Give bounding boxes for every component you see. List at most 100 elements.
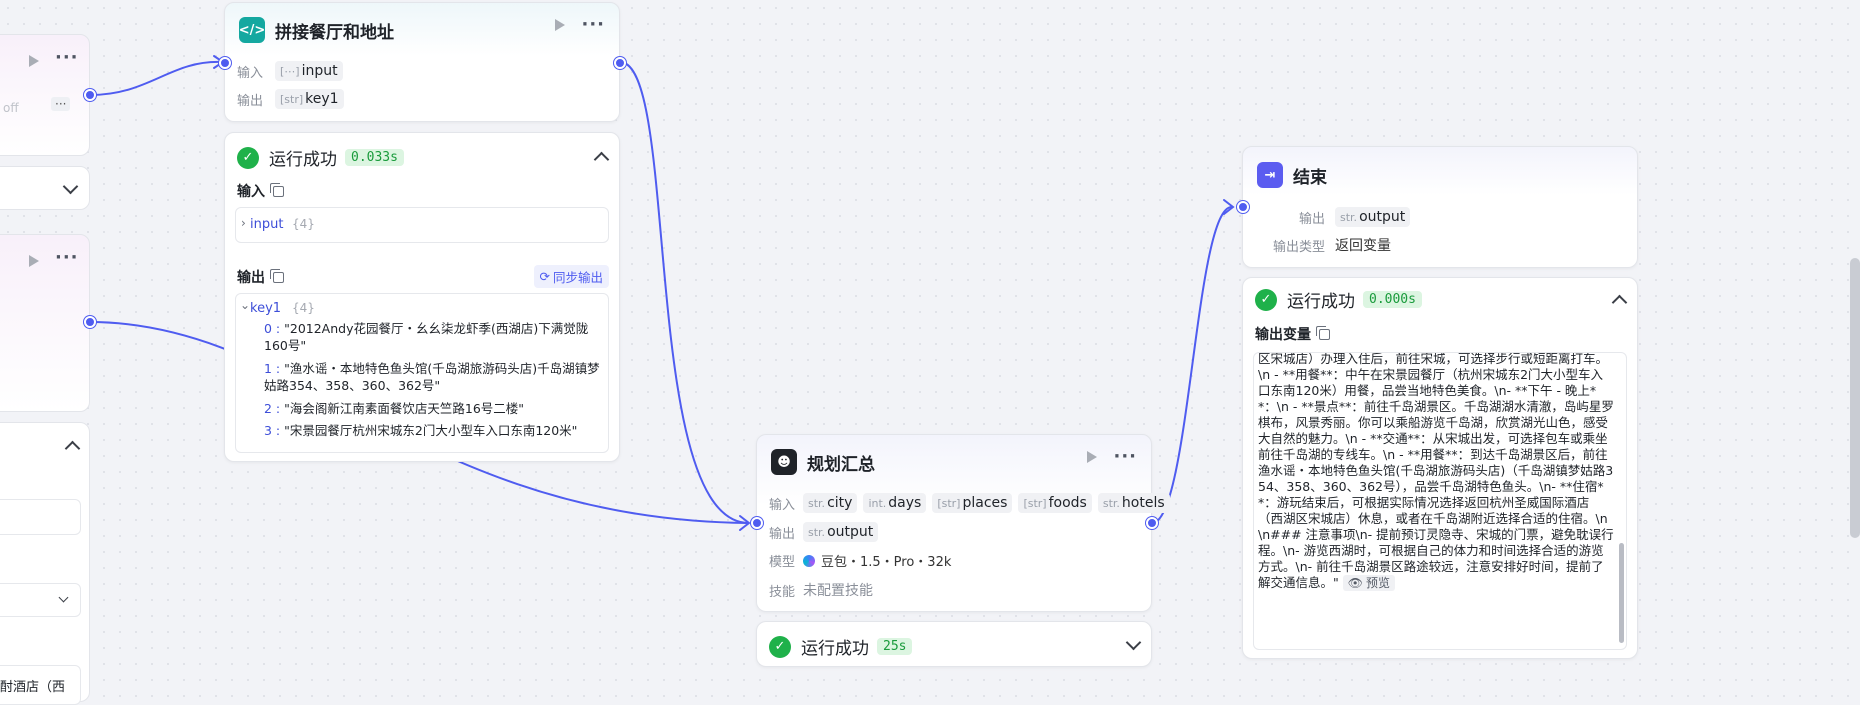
skill-value: 未配置技能 <box>803 583 873 599</box>
output-var-title: 输出变量 <box>1255 327 1311 343</box>
left-partial-dropdown[interactable] <box>0 583 81 617</box>
left-node-2-play-icon[interactable] <box>29 255 39 267</box>
output-label: 输出 <box>237 93 264 109</box>
run-time-badge: 0.033s <box>345 149 404 166</box>
list-item: 0 : "2012Andy花园餐厅・幺幺柒龙虾季(西湖店)下满觉陇160号" <box>264 321 589 353</box>
node-end-title: 结束 <box>1293 167 1327 188</box>
output-kind-label: 输出类型 <box>1272 239 1325 255</box>
expand-chevron-down-icon[interactable] <box>1125 634 1142 651</box>
input-var-tag: str. hotels <box>1097 493 1170 513</box>
success-check-icon: ✓ <box>1255 288 1277 311</box>
input-var-tag: [str] foods <box>1018 493 1092 513</box>
run-result-concat: ✓ 运行成功 0.033s 输入 › input {4} 输出 ⟳ 同步输出 ⌄… <box>224 132 620 462</box>
llm-model-icon: ☻ <box>771 449 797 475</box>
node-concat-output-handle[interactable] <box>614 57 626 69</box>
run-input-box: › input {4} <box>235 207 609 243</box>
input-label: 输入 <box>769 497 796 513</box>
run-status: 运行成功 <box>801 639 869 659</box>
left-node-2-output-handle[interactable] <box>84 316 96 328</box>
more-options-icon[interactable]: ··· <box>1113 448 1137 466</box>
left-node-1[interactable]: ··· off ··· <box>0 34 90 156</box>
collapse-chevron-up-icon[interactable] <box>1611 294 1628 311</box>
code-icon: </> <box>239 17 265 43</box>
output-var-tag: str. output <box>803 522 879 542</box>
node-summary-output-handle[interactable] <box>1146 517 1158 529</box>
collapse-chevron-up-icon[interactable] <box>593 151 610 168</box>
model-label: 模型 <box>769 555 796 570</box>
list-item: 2 : "海会阁新江南素面餐饮店天竺路16号二楼" <box>264 401 525 416</box>
input-label: 输入 <box>237 65 264 81</box>
output-label: 输出 <box>1298 211 1325 227</box>
left-partial-box-1 <box>0 499 81 535</box>
copy-icon[interactable] <box>270 182 284 197</box>
model-name: 豆包・1.5・Pro・32k <box>821 555 952 570</box>
node-concat[interactable]: </> 拼接餐厅和地址 ··· 输入 [⋯] input 输出 [str] key1 <box>224 2 620 122</box>
left-partial-box-3: 酎酒店（西 <box>0 665 81 705</box>
edge-concat-to-summary <box>619 61 749 524</box>
output-kind-value: 返回变量 <box>1335 238 1391 254</box>
left-node-1-more-icon[interactable]: ··· <box>55 49 79 67</box>
node-summary[interactable]: ☻ 规划汇总 ··· 输入 str. city int. days [str] pla… <box>756 434 1170 612</box>
run-input-var[interactable]: input <box>250 217 283 232</box>
output-label: 输出 <box>769 526 796 542</box>
output-text-scrollbar[interactable] <box>1619 543 1624 643</box>
run-output-title: 输出 <box>237 270 265 286</box>
run-status: 运行成功 <box>1287 292 1355 312</box>
list-item: 3 : "宋景园餐厅杭州宋城东2门大小型车入口东南120米" <box>264 423 578 438</box>
node-summary-title: 规划汇总 <box>807 454 875 475</box>
output-text-box[interactable]: 区宋城店）办理入住后，前往宋城，可选择步行或短距离打车。\n - **用餐**：… <box>1253 352 1627 650</box>
copy-icon[interactable] <box>270 268 284 283</box>
more-options-icon[interactable]: ··· <box>581 16 605 34</box>
run-result-end: ✓ 运行成功 0.000s 输出变量 区宋城店）办理入住后，前往宋城，可选择步行… <box>1242 277 1638 659</box>
left-node-1-partial-text: off <box>3 101 19 115</box>
input-var-tag: [str] places <box>932 493 1013 513</box>
run-status: 运行成功 <box>269 150 337 170</box>
run-output-box: ⌄ key1 {4} 0 : "2012Andy花园餐厅・幺幺柒龙虾季(西湖店)… <box>235 293 609 453</box>
run-node-play-icon[interactable] <box>555 19 566 31</box>
success-check-icon: ✓ <box>237 146 259 169</box>
left-node-1-run-panel[interactable] <box>0 166 90 210</box>
left-node-1-more-chip[interactable]: ··· <box>51 97 71 111</box>
node-concat-title: 拼接餐厅和地址 <box>275 22 394 43</box>
run-output-var[interactable]: key1 <box>250 301 281 316</box>
input-var-tag: str. city <box>803 493 858 513</box>
run-input-count: {4} <box>292 217 315 231</box>
run-output-count: {4} <box>292 301 315 315</box>
list-item: 1 : "渔水谣・本地特色鱼头馆(千岛湖旅游码头店)千岛湖镇梦姑路354、358… <box>264 361 600 393</box>
chevron-down-icon[interactable] <box>62 178 79 195</box>
left-node-2-run-panel[interactable]: 酎酒店（西 <box>0 422 90 705</box>
left-node-1-output-handle[interactable] <box>84 89 96 101</box>
output-var-tag: str. output <box>1335 207 1411 227</box>
edge-summary-to-end <box>1151 205 1233 524</box>
chevron-down-icon[interactable] <box>58 592 69 603</box>
output-var-tag: [str] key1 <box>275 89 344 109</box>
run-input-title: 输入 <box>237 184 265 200</box>
node-end-input-handle[interactable] <box>1237 201 1249 213</box>
copy-icon[interactable] <box>1316 325 1330 340</box>
node-concat-input-handle[interactable] <box>219 57 231 69</box>
eye-icon: 👁 <box>1347 576 1363 590</box>
edge-left-to-concat <box>89 60 223 96</box>
collapse-chevron-icon[interactable]: ⌄ <box>240 298 250 312</box>
success-check-icon: ✓ <box>769 635 791 658</box>
run-time-badge: 0.000s <box>1363 291 1422 308</box>
run-result-summary[interactable]: ✓ 运行成功 25s <box>756 621 1152 667</box>
left-node-1-play-icon[interactable] <box>29 55 39 67</box>
canvas-scrollbar[interactable] <box>1850 258 1860 538</box>
left-node-2-more-icon[interactable]: ··· <box>55 249 79 267</box>
left-node-2[interactable]: ··· <box>0 234 90 412</box>
refresh-icon: ⟳ <box>539 269 550 284</box>
expand-chevron-icon[interactable]: › <box>241 216 246 230</box>
input-var-tag: int. days <box>863 493 927 513</box>
node-end[interactable]: ⇥ 结束 输出 str. output 输出类型 返回变量 <box>1242 146 1638 268</box>
chevron-up-icon[interactable] <box>64 440 81 457</box>
doubao-model-icon <box>803 554 815 567</box>
skill-label: 技能 <box>769 584 796 600</box>
run-node-play-icon[interactable] <box>1087 451 1098 463</box>
run-time-badge: 25s <box>877 638 913 655</box>
node-summary-input-handle[interactable] <box>751 517 763 529</box>
preview-button[interactable]: 👁 预览 <box>1342 575 1395 591</box>
output-text-content: 区宋城店）办理入住后，前往宋城，可选择步行或短距离打车。\n - **用餐**：… <box>1258 352 1614 591</box>
input-var-tag: [⋯] input <box>275 61 343 81</box>
sync-output-button[interactable]: ⟳ 同步输出 <box>533 265 609 288</box>
